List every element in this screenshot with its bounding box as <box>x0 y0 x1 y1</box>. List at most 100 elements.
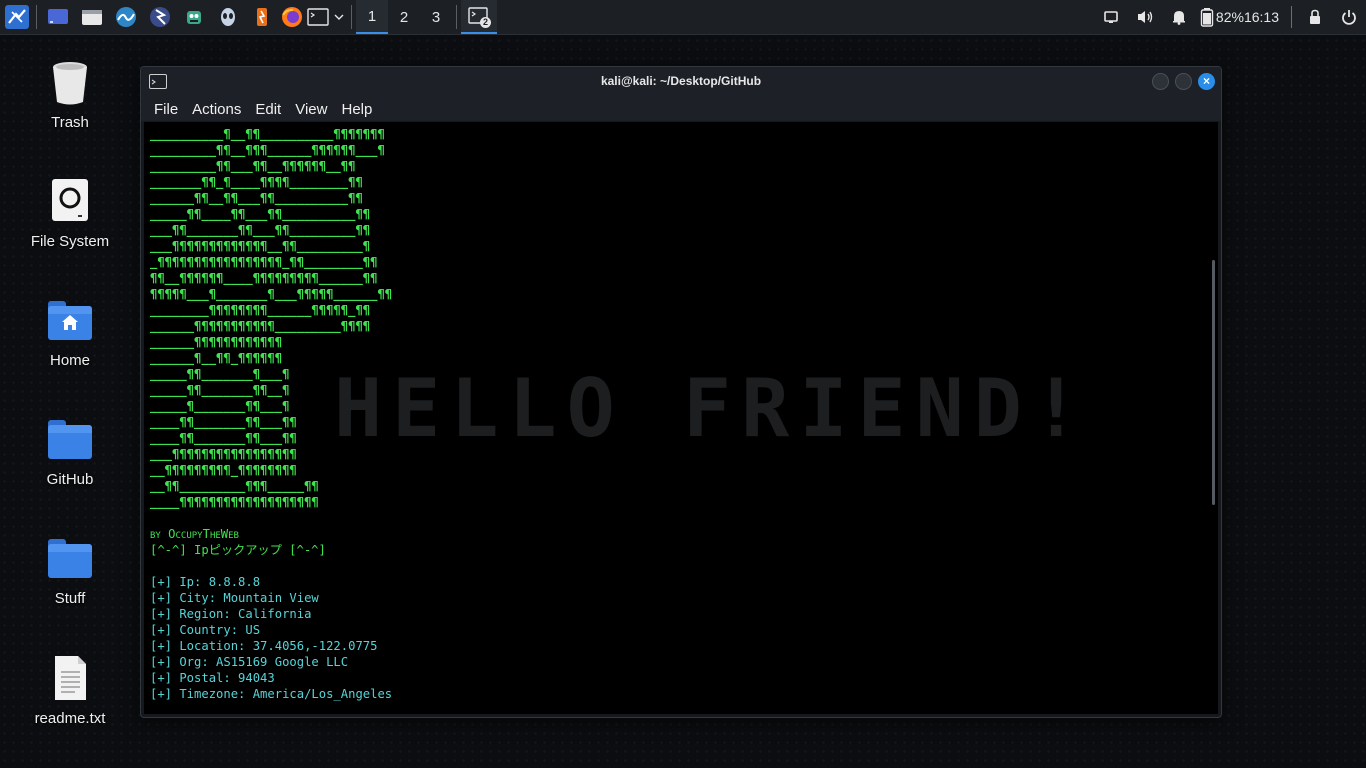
art-line: __________¶__¶¶__________¶¶¶¶¶¶¶ <box>150 127 385 141</box>
art-line: ___¶¶¶¶¶¶¶¶¶¶¶¶¶__¶¶_________¶ <box>150 239 371 253</box>
maximize-button[interactable] <box>1175 73 1192 90</box>
terminal-scrollbar[interactable] <box>1212 260 1215 505</box>
desktop-icon-stuff[interactable]: Stuff <box>20 534 120 607</box>
menu-edit[interactable]: Edit <box>248 101 288 118</box>
alien-app-button[interactable] <box>211 0 245 34</box>
wireshark-button[interactable] <box>109 0 143 34</box>
art-line: _________¶¶___¶¶__¶¶¶¶¶¶__¶¶ <box>150 159 356 173</box>
taskbar-separator <box>36 5 37 29</box>
art-line: ___¶¶_______¶¶___¶¶_________¶¶ <box>150 223 371 237</box>
terminal-dropdown-button[interactable] <box>331 0 347 34</box>
byline: by OccupyTheWeb <box>150 527 239 541</box>
clock[interactable]: 16:13 <box>1244 9 1285 25</box>
desktop-icon-readme[interactable]: readme.txt <box>20 654 120 727</box>
desktop-icon-file-system[interactable]: File System <box>20 177 120 250</box>
kali-menu-button[interactable] <box>2 0 32 34</box>
task-count-badge: 2 <box>480 17 491 28</box>
desktop-icon-trash[interactable]: Trash <box>20 58 120 131</box>
close-button[interactable]: × <box>1198 73 1215 90</box>
result-line: [+] City: Mountain View <box>150 591 319 605</box>
lock-screen-button[interactable] <box>1298 0 1332 34</box>
art-line: _____¶¶_______¶___¶ <box>150 367 290 381</box>
banner: [^-^] Ipピックアップ [^-^] <box>150 543 326 557</box>
firefox-button[interactable] <box>279 0 305 34</box>
art-line: __¶¶¶¶¶¶¶¶¶_¶¶¶¶¶¶¶¶ <box>150 463 297 477</box>
desktop-icon-label: Trash <box>51 114 89 131</box>
art-line: ____¶¶_______¶¶___¶¶ <box>150 431 297 445</box>
firefox-icon <box>282 7 302 27</box>
burp-button[interactable] <box>143 0 177 34</box>
art-line: ________¶¶¶¶¶¶¶¶______¶¶¶¶¶_¶¶ <box>150 303 371 317</box>
menu-help[interactable]: Help <box>334 101 379 118</box>
result-line: [+] Org: AS15169 Google LLC <box>150 655 349 669</box>
workspace-1-button[interactable]: 1 <box>356 0 388 34</box>
screen-button[interactable] <box>1094 0 1128 34</box>
home-folder-icon <box>45 296 95 346</box>
burpsuite-button[interactable] <box>245 0 279 34</box>
window-controls: × <box>1152 73 1215 90</box>
art-line: ____¶¶¶¶¶¶¶¶¶¶¶¶¶¶¶¶¶¶¶ <box>150 495 319 509</box>
workspace-3-button[interactable]: 3 <box>420 0 452 34</box>
minimize-button[interactable] <box>1152 73 1169 90</box>
result-line: [+] Ip: 8.8.8.8 <box>150 575 261 589</box>
system-tray: 82% 16:13 <box>1094 0 1366 34</box>
taskbar-separator <box>456 5 457 29</box>
art-line: ¶¶¶¶¶___¶_______¶___¶¶¶¶¶______¶¶ <box>150 287 393 301</box>
menu-actions[interactable]: Actions <box>185 101 248 118</box>
battery-indicator[interactable]: 82% <box>1196 0 1244 34</box>
result-line: [+] Timezone: America/Los_Angeles <box>150 687 393 701</box>
desktop-icon-label: readme.txt <box>34 710 106 727</box>
folder-icon <box>45 534 95 584</box>
wireshark-icon <box>116 7 136 27</box>
desktop-icon-label: GitHub <box>46 471 94 488</box>
file-manager-button[interactable] <box>75 0 109 34</box>
desktop-icon-label: File System <box>30 233 110 250</box>
desktop-icon-home[interactable]: Home <box>20 296 120 369</box>
desktop-icon-label: Home <box>49 352 90 369</box>
tray-separator <box>1291 6 1292 28</box>
menu-file[interactable]: File <box>147 101 185 118</box>
workspace-2-button[interactable]: 2 <box>388 0 420 34</box>
result-line: [+] Postal: 94043 <box>150 671 275 685</box>
desktop-icon-github[interactable]: GitHub <box>20 415 120 488</box>
result-line: [+] Country: US <box>150 623 261 637</box>
volume-button[interactable] <box>1128 0 1162 34</box>
menu-view[interactable]: View <box>288 101 334 118</box>
terminal-window: kali@kali: ~/Desktop/GitHub × File Actio… <box>140 66 1222 718</box>
trash-icon <box>45 58 95 108</box>
notifications-button[interactable] <box>1162 0 1196 34</box>
file-manager-icon <box>82 10 102 25</box>
alien-icon <box>221 8 235 26</box>
monitor-icon <box>1104 11 1118 23</box>
art-line: _¶¶¶¶¶¶¶¶¶¶¶¶¶¶¶¶¶_¶¶________¶¶ <box>150 255 378 269</box>
result-line: [+] Region: California <box>150 607 312 621</box>
result-line: [+] Location: 37.4056,-122.0775 <box>150 639 378 653</box>
taskbar-separator <box>351 5 352 29</box>
art-line: _____¶¶____¶¶___¶¶__________¶¶ <box>150 207 371 221</box>
folder-icon <box>45 415 95 465</box>
chevron-down-icon <box>334 14 344 20</box>
power-button[interactable] <box>1332 0 1366 34</box>
window-titlebar[interactable]: kali@kali: ~/Desktop/GitHub × <box>141 67 1221 97</box>
terminal-launcher-button[interactable] <box>305 0 331 34</box>
robot-icon <box>187 11 201 24</box>
art-line: ______¶¶¶¶¶¶¶¶¶¶¶_________¶¶¶¶ <box>150 319 371 333</box>
taskbar: 1 2 3 2 82% 16:13 <box>0 0 1366 35</box>
desktop-icon <box>48 9 68 24</box>
metasploit-button[interactable] <box>177 0 211 34</box>
desktop-icon-label: Stuff <box>54 590 86 607</box>
lookup-results: [+] Ip: 8.8.8.8 [+] City: Mountain View [+… <box>150 574 1212 702</box>
battery-icon <box>1200 8 1214 27</box>
terminal-output[interactable]: HELLO FRIEND! __________¶__¶¶__________¶… <box>144 122 1218 714</box>
burpsuite-icon <box>257 8 267 26</box>
show-desktop-button[interactable] <box>41 0 75 34</box>
art-line: _____¶¶_______¶¶__¶ <box>150 383 290 397</box>
art-line: ____¶¶_______¶¶___¶¶ <box>150 415 297 429</box>
close-icon: × <box>1202 74 1210 88</box>
art-line: _______¶¶_¶____¶¶¶¶________¶¶ <box>150 175 363 189</box>
kali-dragon-icon <box>5 5 29 29</box>
terminal-task-button[interactable]: 2 <box>461 0 497 34</box>
power-icon <box>1342 10 1356 25</box>
bell-icon <box>1172 11 1185 25</box>
lock-icon <box>1310 9 1320 24</box>
